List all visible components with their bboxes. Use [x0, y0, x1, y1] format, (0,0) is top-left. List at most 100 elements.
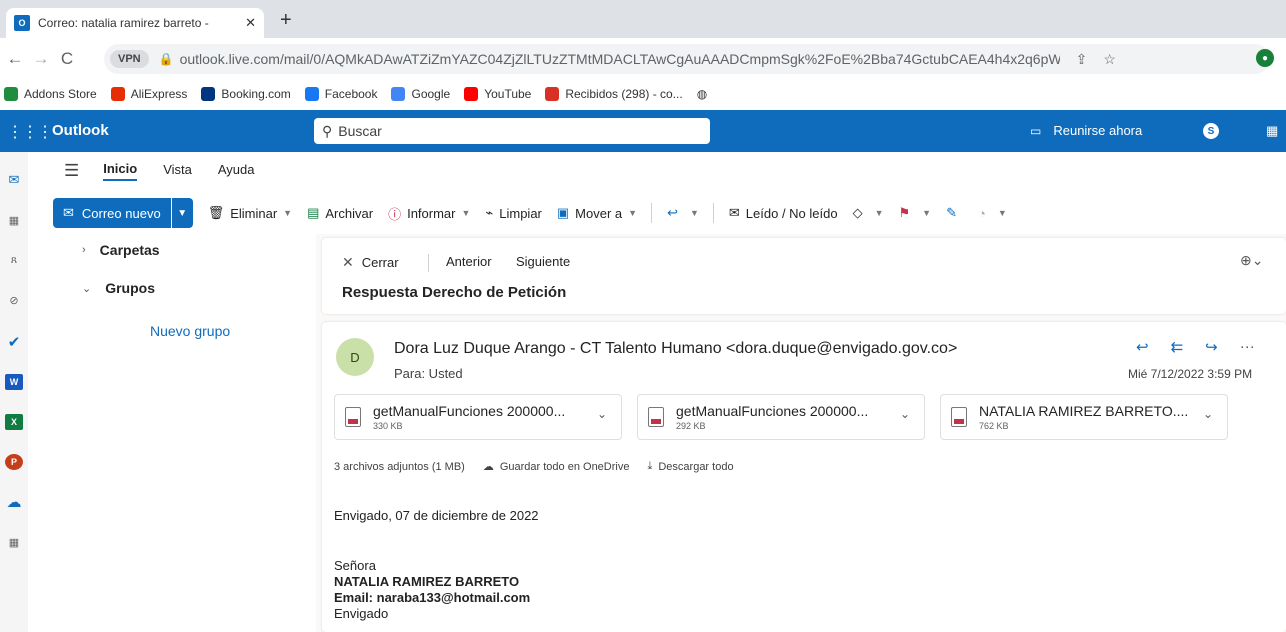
word-icon[interactable]: W — [5, 374, 23, 390]
browser-tab[interactable]: O Correo: natalia ramirez barreto - ✕ — [6, 8, 264, 38]
forward-icon[interactable]: ↪ — [1205, 338, 1218, 356]
categorize-button[interactable]: ◇ ▼ — [853, 205, 884, 221]
app-launcher-icon[interactable]: ⋮⋮⋮ — [7, 122, 53, 142]
onedrive-icon[interactable]: ☁ — [5, 494, 23, 511]
chevron-down-icon[interactable]: ⌄ — [597, 407, 607, 421]
recipients-line: Para: Usted — [394, 366, 463, 381]
chevron-down-icon[interactable]: ▼ — [283, 208, 292, 218]
reload-icon[interactable]: C — [56, 49, 78, 69]
skype-icon[interactable]: S — [1203, 123, 1219, 139]
folder-grupos[interactable]: ⌄ Grupos — [82, 280, 155, 296]
previous-button[interactable]: Anterior — [446, 254, 492, 269]
new-group-link[interactable]: Nuevo grupo — [150, 323, 230, 339]
bookmark-item[interactable]: Facebook — [304, 87, 378, 101]
aliexpress-icon — [110, 87, 125, 101]
close-tab-icon[interactable]: ✕ — [245, 15, 256, 31]
archive-label: Archivar — [325, 205, 374, 221]
bookmark-star-icon[interactable]: ☆ — [1103, 51, 1116, 68]
move-to-button[interactable]: ▣ Mover a ▼ — [557, 205, 637, 221]
cloud-icon: ☁ — [482, 461, 494, 473]
more-options-icon[interactable]: ··· — [1240, 338, 1255, 356]
folder-grupos-label: Grupos — [105, 280, 155, 296]
tab-vista[interactable]: Vista — [163, 162, 192, 180]
tab-ayuda[interactable]: Ayuda — [218, 162, 255, 180]
body-recipient-name: NATALIA RAMIREZ BARRETO — [334, 574, 520, 589]
search-icon: ⚲ — [322, 122, 333, 139]
pin-button[interactable]: ✎ — [946, 205, 963, 221]
new-mail-button[interactable]: ✉ Correo nuevo ▼ — [53, 198, 193, 228]
meet-now-button[interactable]: ▭ Reunirse ahora — [1030, 123, 1142, 138]
chevron-down-icon[interactable]: ▼ — [462, 208, 471, 218]
reply-menu-button[interactable]: ↩ ▼ — [667, 205, 699, 221]
share-icon[interactable]: ⇪ — [1076, 51, 1088, 68]
save-onedrive-button[interactable]: ☁ Guardar todo en OneDrive — [482, 460, 630, 474]
sender-avatar[interactable]: D — [336, 338, 374, 376]
next-button[interactable]: Siguiente — [516, 254, 570, 269]
attachment-card[interactable]: NATALIA RAMIREZ BARRETO.... 762 KB ⌄ — [940, 394, 1228, 440]
globe-icon[interactable]: ◍ — [697, 87, 707, 101]
attachment-card[interactable]: getManualFunciones 200000... 292 KB ⌄ — [637, 394, 925, 440]
download-all-button[interactable]: ⤓ Descargar todo — [647, 460, 733, 473]
bookmark-item[interactable]: Addons Store — [4, 87, 97, 101]
extension-icon[interactable]: ● — [1256, 49, 1274, 67]
chevron-down-icon[interactable]: ▼ — [998, 208, 1007, 218]
read-unread-button[interactable]: ✉ Leído / No leído — [729, 205, 838, 221]
powerpoint-icon[interactable]: P — [5, 454, 23, 470]
bookmark-item[interactable]: YouTube — [464, 87, 531, 101]
bookmark-item[interactable]: Google — [391, 87, 450, 101]
folder-carpetas[interactable]: › Carpetas — [82, 242, 160, 258]
lock-icon[interactable]: 🔒 — [159, 52, 174, 66]
delete-button[interactable]: 🗑 Eliminar ▼ — [208, 205, 292, 221]
calendar-icon[interactable]: ▦ — [5, 212, 23, 228]
search-box[interactable]: ⚲ Buscar — [314, 118, 710, 144]
todo-icon[interactable]: ✔ — [5, 334, 23, 351]
chevron-right-icon[interactable]: › — [82, 244, 86, 256]
attachment-size: 292 KB — [676, 421, 706, 431]
chevron-down-icon[interactable]: ⌄ — [1203, 407, 1213, 421]
new-mail-main[interactable]: ✉ Correo nuevo — [53, 205, 171, 221]
more-apps-icon[interactable]: ▦ — [5, 534, 23, 550]
bookmark-item[interactable]: AliExpress — [110, 87, 187, 101]
snooze-button[interactable]: ◔ ▼ — [978, 206, 1007, 221]
forward-icon[interactable]: → — [30, 49, 52, 69]
close-button[interactable]: ✕ Cerrar — [342, 254, 399, 271]
sender-line[interactable]: Dora Luz Duque Arango - CT Talento Human… — [394, 340, 957, 358]
back-icon[interactable]: ← — [4, 49, 26, 69]
url-text[interactable]: outlook.live.com/mail/0/AQMkADAwATZiZmYA… — [180, 51, 1060, 67]
new-mail-dropdown-icon[interactable]: ▼ — [170, 198, 193, 228]
tab-inicio[interactable]: Inicio — [103, 161, 138, 181]
flag-icon: ⚑ — [898, 205, 911, 220]
mail-icon[interactable]: ✉ — [5, 172, 23, 188]
vpn-badge[interactable]: VPN — [110, 50, 149, 68]
chevron-down-icon[interactable]: ▼ — [628, 208, 637, 218]
sweep-button[interactable]: ⌁ Limpiar — [485, 205, 541, 221]
archive-button[interactable]: ▤ Archivar — [307, 205, 373, 221]
people-icon[interactable]: ጸ — [5, 252, 23, 268]
flag-button[interactable]: ⚑ ▼ — [899, 205, 932, 221]
sweep-label: Limpiar — [499, 205, 542, 221]
reply-icon[interactable]: ↩ — [1136, 338, 1149, 356]
reply-all-icon[interactable]: ⇇ — [1171, 338, 1184, 356]
chevron-down-icon[interactable]: ▼ — [922, 208, 931, 218]
chevron-down-icon[interactable]: ▼ — [690, 208, 699, 218]
outlook-brand[interactable]: Outlook — [52, 122, 109, 139]
sweep-icon: ⌁ — [485, 205, 494, 220]
teams-icon[interactable]: ▦ — [1266, 123, 1278, 139]
chevron-down-icon[interactable]: ⌄ — [900, 407, 910, 421]
menu-icon[interactable]: ☰ — [64, 161, 79, 181]
video-icon: ▭ — [1030, 123, 1042, 138]
attachment-card[interactable]: getManualFunciones 200000... 330 KB ⌄ — [334, 394, 622, 440]
bookmark-item[interactable]: Booking.com — [201, 87, 291, 101]
body-salutation: Señora — [334, 558, 376, 573]
bookmark-item[interactable]: Recibidos (298) - co... — [545, 87, 683, 101]
report-button[interactable]: ⓘ Informar ▼ — [388, 204, 470, 223]
attachment-icon[interactable]: ⊘ — [5, 292, 23, 308]
zoom-icon[interactable]: ⊕⌄ — [1240, 252, 1263, 269]
message-card: D Dora Luz Duque Arango - CT Talento Hum… — [322, 322, 1286, 632]
chevron-down-icon[interactable]: ▼ — [875, 208, 884, 218]
omnibox[interactable]: VPN 🔒 outlook.live.com/mail/0/AQMkADAwAT… — [104, 44, 1270, 74]
bookmark-label: Facebook — [324, 87, 378, 101]
excel-icon[interactable]: X — [5, 414, 23, 430]
new-tab-icon[interactable]: + — [280, 10, 292, 30]
chevron-down-icon[interactable]: ⌄ — [82, 282, 91, 295]
